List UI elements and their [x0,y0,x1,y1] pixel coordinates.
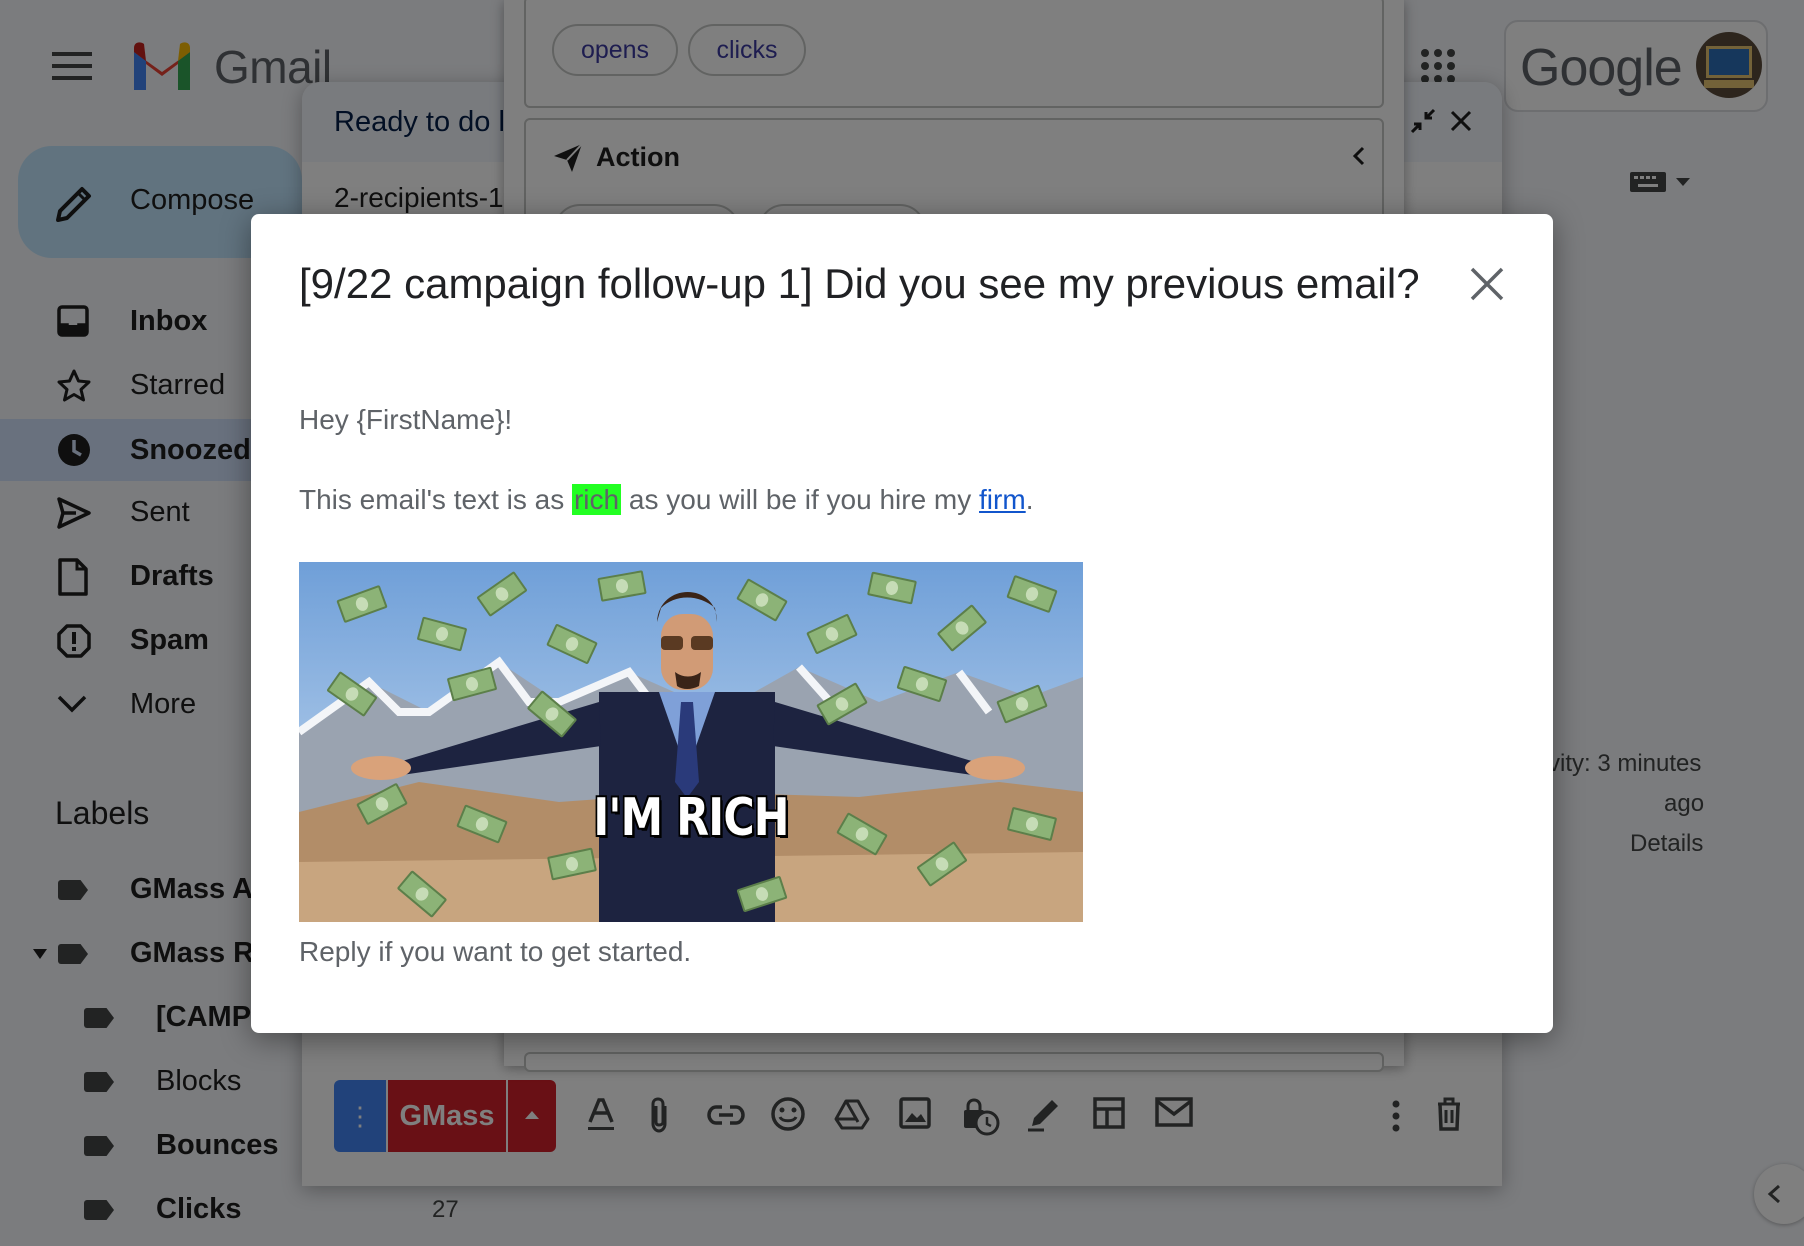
email-body-line: This email's text is as rich as you will… [299,484,1033,516]
meme-caption: I'M RICH [593,788,789,848]
email-greeting: Hey {FirstName}! [299,404,513,435]
body-text-end: . [1025,484,1034,515]
email-preview-modal: [9/22 campaign follow-up 1] Did you see … [251,214,1553,1033]
highlighted-word: rich [571,484,622,515]
email-closing: Reply if you want to get started. [299,936,692,967]
body-text-middle: as you will be if you hire my [621,484,980,515]
meme-image: I'M RICH [299,562,1083,922]
email-subject: [9/22 campaign follow-up 1] Did you see … [299,260,1420,307]
firm-link[interactable]: firm [979,484,1026,515]
body-text-start: This email's text is as [299,484,572,515]
close-icon[interactable] [1467,264,1507,304]
